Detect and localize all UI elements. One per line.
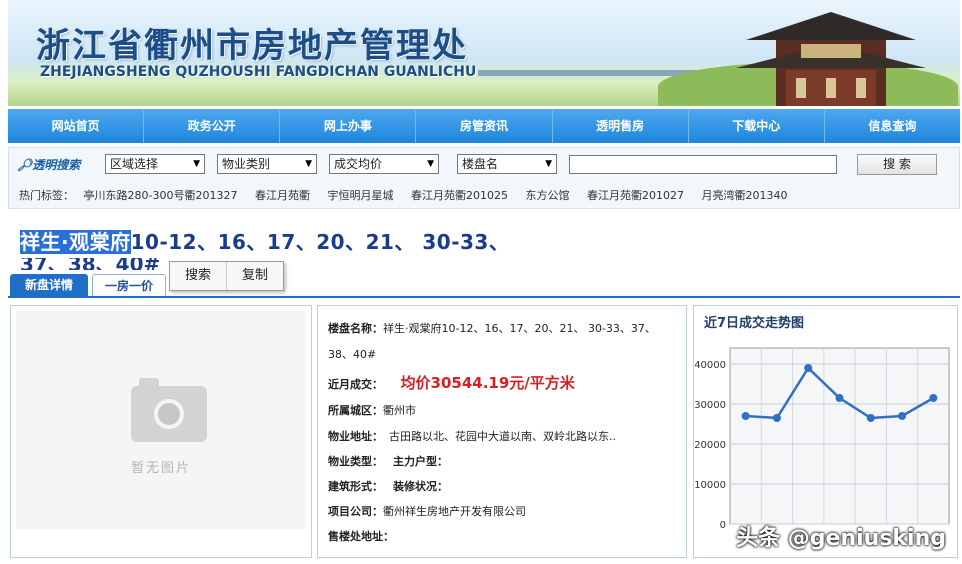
info-sales-row: 售楼处地址：: [328, 530, 394, 543]
nav-info-query[interactable]: 信息查询: [825, 109, 960, 143]
photo-panel: 暂无图片: [10, 305, 312, 558]
avg-price-unit: 元/平方米: [509, 374, 575, 392]
info-deal-row: 近月成交： 均价30544.19元/平方米: [328, 374, 575, 392]
avg-price-select[interactable]: 成交均价: [329, 154, 439, 174]
info-type-row: 物业类型： 主力户型：: [328, 455, 448, 468]
property-title-selection[interactable]: 祥生·观棠府: [20, 230, 131, 254]
data-point: [866, 414, 875, 422]
nav-online-services[interactable]: 网上办事: [280, 109, 417, 143]
plot-area: [729, 347, 950, 525]
property-title: 祥生·观棠府10-12、16、17、20、21、 30-33、: [20, 230, 510, 254]
avg-price: 30544.19: [430, 374, 510, 392]
site-title: 浙江省衢州市房地产管理处: [36, 26, 468, 66]
data-point: [804, 364, 813, 372]
info-name-row: 楼盘名称：祥生·观棠府10-12、16、17、20、21、 30-33、37、: [328, 322, 656, 335]
search-button[interactable]: 搜 索: [857, 154, 937, 175]
tab-divider: [8, 296, 960, 298]
chart-title: 近7日成交走势图: [704, 316, 805, 331]
nav-home[interactable]: 网站首页: [8, 109, 145, 143]
data-point: [929, 394, 938, 402]
info-name-row-cont: 38、40#: [328, 348, 377, 361]
region-select[interactable]: 区域选择: [105, 154, 205, 174]
pavilion-icon: [736, 12, 926, 106]
magnifier-icon: 🔎︎: [17, 158, 33, 172]
selection-popup: 搜索 复制: [169, 261, 284, 291]
header-banner: 浙江省衢州市房地产管理处 ZHEJIANGSHENG QUZHOUSHI FAN…: [8, 0, 960, 106]
hot-tag[interactable]: 亭川东路280-300号衢201327: [84, 189, 238, 202]
hot-tags: 热门标签： 亭川东路280-300号衢201327 春江月苑衢 宇恒明月星城 春…: [19, 187, 801, 203]
image-placeholder: 暂无图片: [16, 311, 306, 529]
watermark: 头条 @geniusking: [736, 526, 946, 551]
property-type-select[interactable]: 物业类别: [217, 154, 317, 174]
info-company-row: 项目公司：衢州祥生房地产开发有限公司: [328, 505, 526, 518]
hot-tag[interactable]: 东方公馆: [525, 189, 569, 202]
property-title-line2: 37、38、40#: [20, 258, 161, 270]
site-title-english: ZHEJIANGSHENG QUZHOUSHI FANGDICHAN GUANL…: [40, 64, 477, 80]
hot-tags-label: 热门标签：: [19, 189, 74, 202]
project-name-select[interactable]: 楼盘名: [457, 154, 557, 174]
y-tick-label: 20000: [694, 440, 726, 451]
info-address-row: 物业地址： 古田路以北、花园中大道以南、双岭北路以东..: [328, 430, 616, 443]
info-form-row: 建筑形式： 装修状况：: [328, 480, 448, 493]
camera-icon: [131, 378, 207, 442]
y-tick-label: 30000: [694, 400, 726, 411]
tab-new-project-detail[interactable]: 新盘详情: [10, 274, 88, 296]
popup-search-button[interactable]: 搜索: [170, 262, 227, 290]
data-point: [741, 412, 750, 420]
nav-transparent-sales[interactable]: 透明售房: [553, 109, 689, 143]
data-point: [835, 394, 844, 402]
info-district-row: 所属城区：衢州市: [328, 404, 416, 417]
nav-downloads[interactable]: 下载中心: [689, 109, 825, 143]
search-label: 🔎︎透明搜索: [17, 158, 81, 172]
hot-tag[interactable]: 宇恒明月星城: [327, 189, 393, 202]
hot-tag[interactable]: 月亮湾衢201340: [701, 189, 787, 202]
hot-tag[interactable]: 春江月苑衢201027: [587, 189, 684, 202]
tab-unit-price[interactable]: 一房一价: [92, 274, 166, 296]
hot-tag[interactable]: 春江月苑衢201025: [411, 189, 508, 202]
data-point: [898, 412, 907, 420]
nav-government-affairs[interactable]: 政务公开: [144, 109, 281, 143]
hot-tag[interactable]: 春江月苑衢: [255, 189, 310, 202]
data-point: [772, 414, 781, 422]
y-tick-label: 0: [720, 520, 726, 531]
main-nav: 网站首页 政务公开 网上办事 房管资讯 透明售房 下载中心 信息查询: [8, 109, 960, 143]
search-input[interactable]: [569, 155, 837, 174]
property-info-panel: 楼盘名称：祥生·观棠府10-12、16、17、20、21、 30-33、37、 …: [317, 305, 687, 558]
no-image-text: 暂无图片: [130, 461, 191, 476]
popup-copy-button[interactable]: 复制: [227, 262, 283, 290]
search-bar: 🔎︎透明搜索 区域选择 物业类别 成交均价 楼盘名 搜 索 热门标签： 亭川东路…: [8, 147, 960, 209]
y-tick-label: 40000: [694, 360, 726, 371]
y-tick-label: 10000: [694, 480, 726, 491]
nav-news[interactable]: 房管资讯: [416, 109, 553, 143]
avg-price-prefix: 均价: [400, 374, 431, 392]
